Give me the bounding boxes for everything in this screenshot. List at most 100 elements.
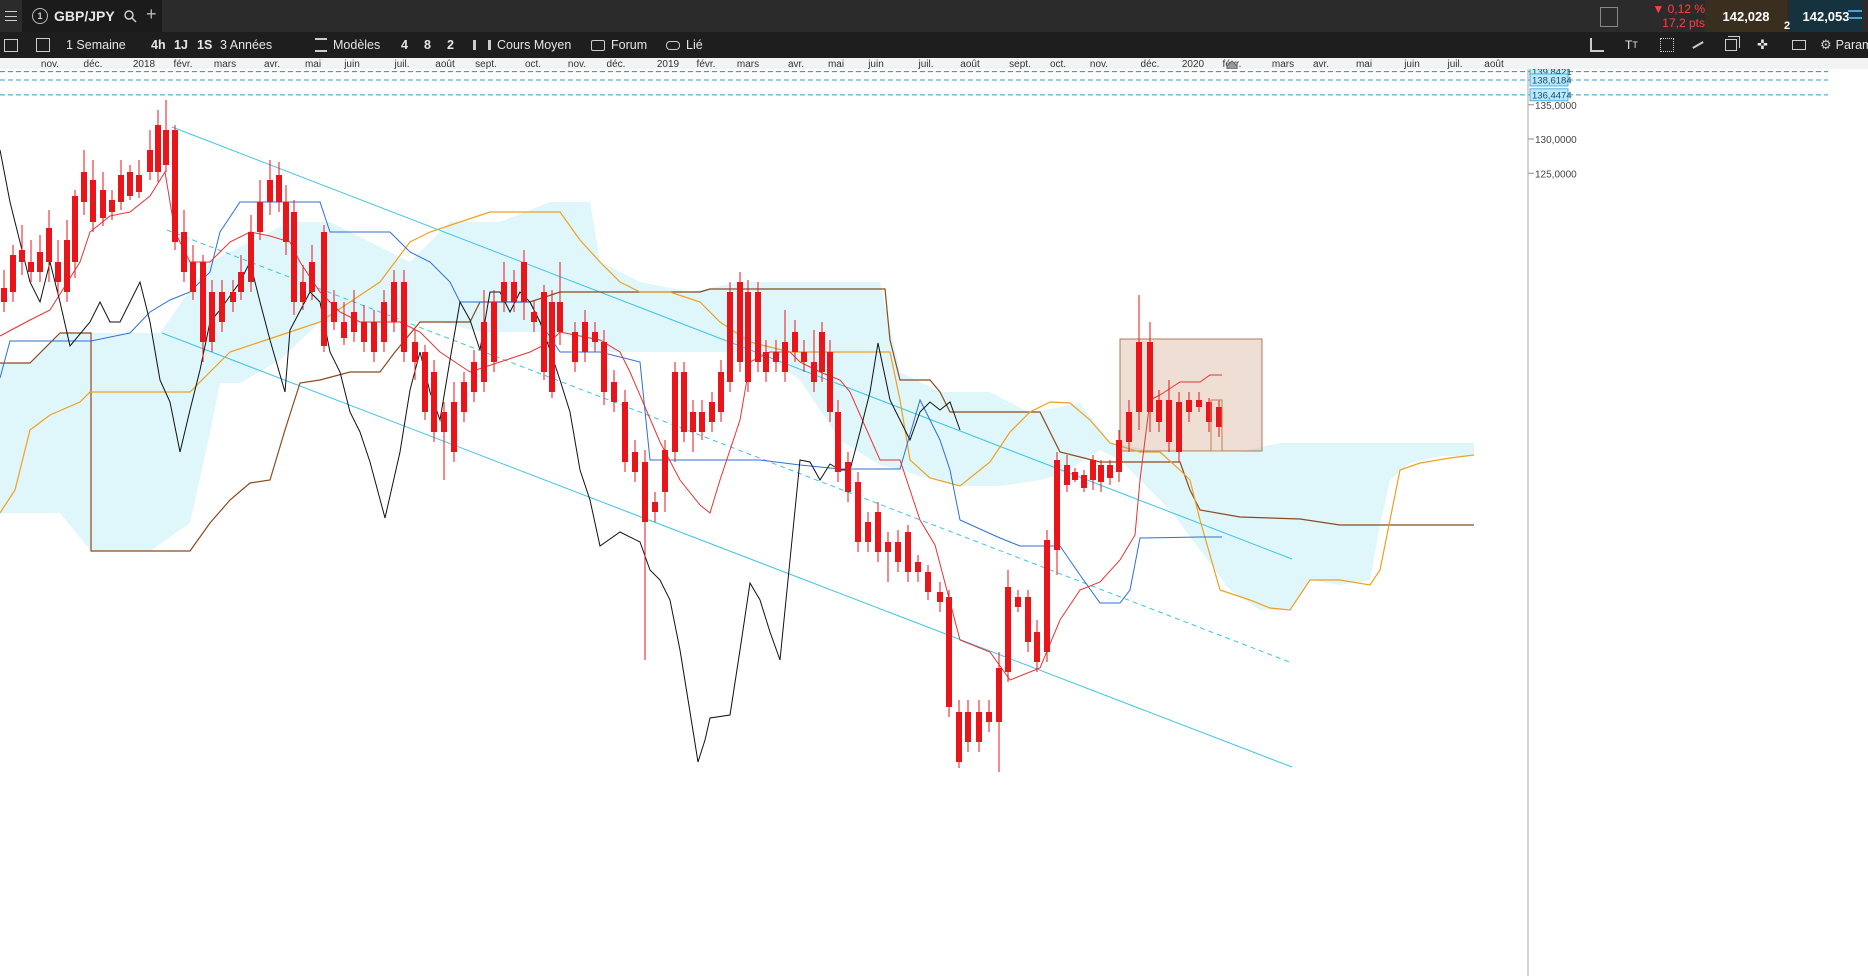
candle-body — [1034, 632, 1040, 662]
restore-icon[interactable] — [1848, 17, 1862, 19]
candle-body — [55, 262, 61, 282]
chart-settings-button[interactable] — [4, 32, 18, 58]
time-label: nov. — [568, 59, 586, 69]
linked-button[interactable]: Lié — [666, 32, 703, 58]
candle-down — [1, 270, 7, 312]
candle-body — [155, 125, 161, 172]
candle-down — [1090, 455, 1096, 490]
candle-down — [471, 350, 477, 402]
time-label: févr. — [697, 59, 716, 69]
candle-body — [471, 362, 477, 392]
candle-body — [1107, 465, 1113, 478]
candle-body — [1015, 597, 1021, 607]
candle-body — [976, 712, 982, 742]
instrument-tab[interactable]: 1 GBP/JPY — [22, 0, 162, 32]
candle-body — [431, 372, 437, 432]
window-controls[interactable] — [1845, 4, 1865, 28]
time-label: 2018 — [133, 59, 156, 69]
time-label: mars — [1272, 59, 1294, 69]
quick-8-button[interactable]: 8 — [424, 32, 431, 58]
candle-body — [572, 332, 578, 362]
candle-body — [782, 342, 788, 372]
candle-down — [996, 652, 1002, 772]
candle-down — [1025, 590, 1031, 652]
candle-body — [1064, 465, 1070, 485]
candle-down — [672, 362, 678, 462]
forum-button[interactable]: Forum — [591, 32, 647, 58]
candle-down — [541, 285, 547, 380]
bid-price-button[interactable]: 142,028 — [1705, 0, 1787, 32]
candle-down — [699, 400, 705, 440]
candle-body — [461, 382, 467, 412]
candle-down — [1136, 295, 1142, 430]
time-label: nov. — [1090, 59, 1108, 69]
menu-icon[interactable] — [4, 9, 18, 23]
candle-down — [127, 165, 133, 200]
copy-icon[interactable] — [1725, 32, 1737, 58]
candle-body — [209, 292, 215, 342]
candle-body — [283, 202, 289, 242]
quick-2-button[interactable]: 2 — [447, 32, 454, 58]
candle-body — [875, 512, 881, 552]
parameters-label: Paramètre — [1835, 38, 1868, 52]
candle-down — [662, 440, 668, 512]
candle-down — [845, 452, 851, 502]
candle-down — [90, 160, 96, 232]
candle-body — [672, 372, 678, 452]
add-tab-button[interactable]: + — [146, 4, 157, 25]
search-icon[interactable] — [123, 9, 137, 23]
time-label: avr. — [788, 59, 804, 69]
candle-body — [827, 352, 833, 412]
avg-price-button[interactable]: Cours Moyen — [473, 32, 571, 58]
candle-down — [118, 160, 124, 210]
candles-icon — [473, 40, 491, 50]
candle-down — [549, 290, 555, 398]
forum-label: Forum — [611, 38, 648, 52]
text-tool-icon[interactable]: TT — [1625, 32, 1638, 58]
range-select[interactable]: 3 Années — [220, 32, 272, 58]
time-label: août — [1484, 59, 1504, 69]
layout-button[interactable] — [36, 32, 50, 58]
candle-body — [690, 412, 696, 432]
candle-body — [1176, 402, 1182, 452]
candle-down — [915, 555, 921, 582]
draw-tool-icon[interactable] — [1692, 32, 1704, 58]
candle-down — [875, 502, 881, 562]
candle-down — [248, 215, 254, 292]
time-label: avr. — [264, 59, 280, 69]
crosshair-icon[interactable]: ✜ — [1757, 32, 1768, 58]
candle-down — [37, 235, 43, 282]
range-label: 3 Années — [220, 38, 273, 52]
timeframe-select[interactable]: 1 Semaine — [66, 32, 126, 58]
minimize-icon[interactable] — [1848, 10, 1862, 12]
price-chart[interactable]: 157,2600156,6447156,3026155,3647153,2237… — [0, 69, 1868, 976]
candle-down — [1081, 470, 1087, 492]
candle-body — [541, 292, 547, 372]
candle-down — [855, 472, 861, 552]
candle-down — [321, 225, 327, 352]
candle-down — [690, 400, 696, 452]
time-label: mai — [305, 59, 321, 69]
candle-body — [1090, 460, 1096, 480]
candle-body — [925, 572, 931, 592]
eraser-icon[interactable] — [1792, 32, 1806, 58]
tf-1s-button[interactable]: 1S — [197, 32, 212, 58]
level-label: 136,4474 — [1529, 88, 1572, 101]
candle-body — [109, 200, 115, 212]
grid-icon[interactable] — [1660, 32, 1674, 58]
candle-body — [611, 382, 617, 402]
tf-4h-button[interactable]: 4h — [151, 32, 166, 58]
parameters-button[interactable]: ⚙ Paramètre — [1820, 32, 1868, 58]
indicator-icon[interactable] — [1590, 32, 1604, 58]
models-button[interactable]: Modèles — [315, 32, 380, 58]
candle-body — [521, 262, 527, 302]
candle-down — [64, 220, 70, 302]
chart-panel-icon[interactable] — [1600, 7, 1618, 27]
candle-down — [737, 272, 743, 372]
timeframe-label: 1 Semaine — [66, 38, 126, 52]
chart-area[interactable]: 157,2600156,6447156,3026155,3647153,2237… — [0, 69, 1868, 976]
candle-down — [976, 700, 982, 752]
candle-body — [238, 272, 244, 292]
quick-4-button[interactable]: 4 — [401, 32, 408, 58]
tf-1j-button[interactable]: 1J — [174, 32, 188, 58]
